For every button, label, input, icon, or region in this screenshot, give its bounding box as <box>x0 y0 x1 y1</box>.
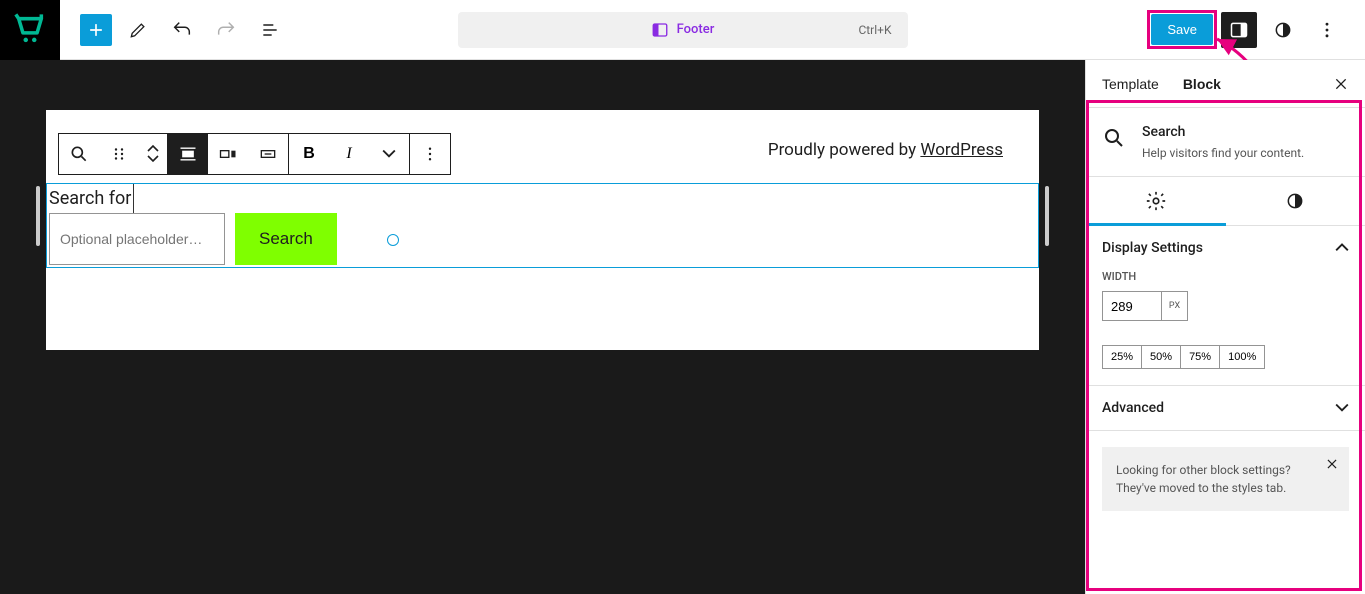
width-preset-75[interactable]: 75% <box>1180 345 1220 369</box>
tools-button[interactable] <box>120 12 156 48</box>
width-unit-selector[interactable]: PX <box>1162 291 1188 321</box>
resize-handle-left[interactable] <box>36 186 40 246</box>
plus-icon <box>86 20 106 40</box>
command-center-label: Footer <box>677 22 715 37</box>
save-button[interactable]: Save <box>1151 14 1213 45</box>
search-icon <box>69 144 89 164</box>
styles-moved-notice: Looking for other block settings? They'v… <box>1102 447 1349 511</box>
button-text-icon <box>258 144 278 164</box>
align-none-icon <box>178 144 198 164</box>
contrast-icon <box>1285 191 1305 211</box>
site-logo[interactable] <box>0 0 60 60</box>
block-type-button[interactable] <box>59 134 99 174</box>
sidebar-icon <box>1229 20 1249 40</box>
section-display-settings[interactable]: Display Settings <box>1086 226 1365 270</box>
top-toolbar: Footer Ctrl+K Save <box>0 0 1365 60</box>
kebab-icon <box>421 145 439 163</box>
undo-button[interactable] <box>164 12 200 48</box>
cart-logo-icon <box>13 13 47 47</box>
block-drag-handle[interactable] <box>99 134 139 174</box>
search-icon <box>1102 126 1126 150</box>
block-move-buttons[interactable] <box>139 134 167 174</box>
close-icon <box>1325 457 1339 471</box>
search-label-field[interactable]: Search for <box>47 184 134 213</box>
document-overview-button[interactable] <box>252 12 288 48</box>
tab-template[interactable]: Template <box>1102 60 1159 108</box>
close-sidebar-button[interactable] <box>1333 76 1349 92</box>
kebab-icon <box>1317 20 1337 40</box>
width-resize-handle[interactable] <box>387 234 399 246</box>
footer-credit[interactable]: Proudly powered by WordPress <box>732 140 1039 172</box>
chevron-up-icon <box>147 144 159 154</box>
gear-icon <box>1145 190 1167 212</box>
dismiss-notice-button[interactable] <box>1325 457 1339 471</box>
chevron-down-icon <box>1335 401 1349 415</box>
search-block[interactable]: Search for Search <box>46 183 1039 268</box>
chevron-up-icon <box>1335 241 1349 255</box>
bold-icon: B <box>303 145 315 163</box>
editor-canvas[interactable]: B I Proudly powered by WordPress Search … <box>0 60 1085 594</box>
chevron-down-icon <box>147 154 159 164</box>
bold-button[interactable]: B <box>289 134 329 174</box>
width-presets: 25% 50% 75% 100% <box>1102 345 1349 369</box>
italic-icon: I <box>346 145 351 163</box>
undo-icon <box>171 19 193 41</box>
search-placeholder-field[interactable] <box>49 213 225 265</box>
italic-button[interactable]: I <box>329 134 369 174</box>
chevron-down-icon <box>382 147 396 161</box>
pencil-icon <box>128 20 148 40</box>
drag-icon <box>110 145 128 163</box>
redo-button[interactable] <box>208 12 244 48</box>
block-options-button[interactable] <box>410 134 450 174</box>
button-label-toggle[interactable] <box>248 134 288 174</box>
redo-icon <box>215 19 237 41</box>
styles-button[interactable] <box>1265 12 1301 48</box>
footer-template-area[interactable]: B I Proudly powered by WordPress Search … <box>46 110 1039 350</box>
width-label: WIDTH <box>1102 270 1349 283</box>
close-icon <box>1333 76 1349 92</box>
block-title: Search <box>1142 124 1304 140</box>
block-description: Help visitors find your content. <box>1142 146 1304 160</box>
width-preset-100[interactable]: 100% <box>1219 345 1265 369</box>
section-advanced[interactable]: Advanced <box>1086 386 1365 430</box>
options-button[interactable] <box>1309 12 1345 48</box>
settings-sidebar: Template Block Search Help visitors find… <box>1085 60 1365 594</box>
subtab-styles[interactable] <box>1226 177 1365 225</box>
align-none-button[interactable] <box>168 134 208 174</box>
settings-sidebar-toggle[interactable] <box>1221 12 1257 48</box>
command-shortcut: Ctrl+K <box>858 23 891 37</box>
more-formatting-button[interactable] <box>369 134 409 174</box>
subtab-settings[interactable] <box>1086 177 1226 225</box>
wordpress-link[interactable]: WordPress <box>920 140 1003 160</box>
button-outside-icon <box>218 144 238 164</box>
search-submit-button[interactable]: Search <box>235 213 337 265</box>
add-block-button[interactable] <box>80 14 112 46</box>
command-center[interactable]: Footer Ctrl+K <box>458 12 908 48</box>
block-card: Search Help visitors find your content. <box>1086 108 1365 177</box>
width-preset-25[interactable]: 25% <box>1102 345 1142 369</box>
block-toolbar: B I <box>58 133 451 175</box>
layout-icon <box>651 21 669 39</box>
contrast-icon <box>1273 20 1293 40</box>
list-icon <box>260 20 280 40</box>
tab-block[interactable]: Block <box>1183 60 1221 108</box>
resize-handle-right[interactable] <box>1045 186 1049 246</box>
button-position-button[interactable] <box>208 134 248 174</box>
width-preset-50[interactable]: 50% <box>1141 345 1181 369</box>
width-input[interactable] <box>1102 291 1162 321</box>
